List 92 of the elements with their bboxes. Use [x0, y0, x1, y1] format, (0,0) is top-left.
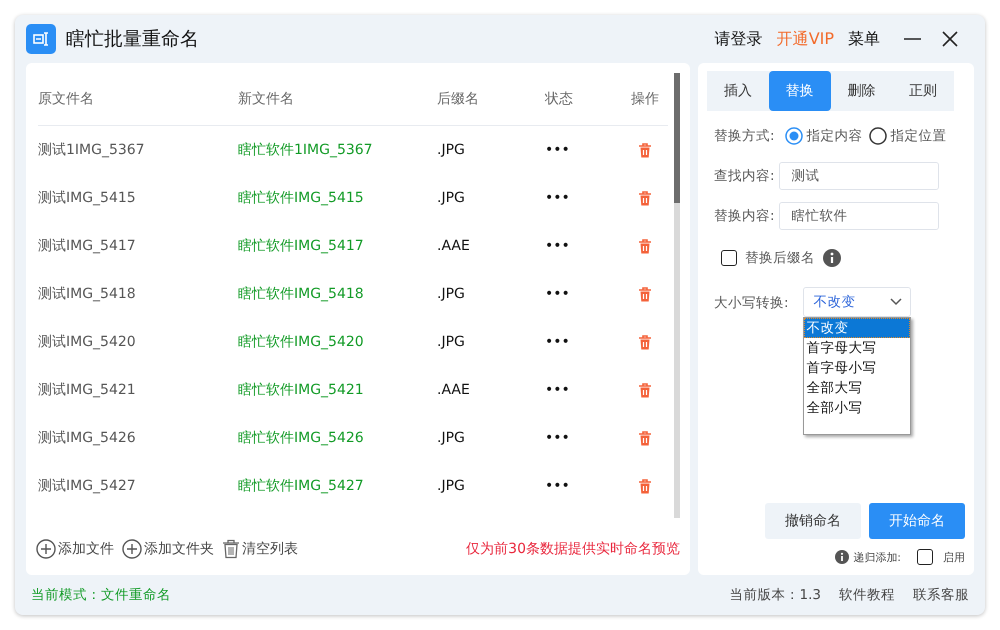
- close-icon: [941, 30, 959, 48]
- preview-note: 仅为前30条数据提供实时命名预览: [466, 540, 680, 558]
- status-menu[interactable]: •••: [545, 238, 625, 254]
- trash-icon[interactable]: [638, 478, 652, 494]
- minimize-icon: [904, 38, 921, 40]
- trash-icon[interactable]: [638, 142, 652, 158]
- dropdown-option[interactable]: 全部大写: [804, 378, 910, 398]
- undo-button[interactable]: 撤销命名: [765, 503, 861, 539]
- trash-icon[interactable]: [638, 190, 652, 206]
- trash-icon[interactable]: [638, 286, 652, 302]
- trash-icon[interactable]: [638, 430, 652, 446]
- table-cell-text: 瞎忙软件IMG_5418: [238, 285, 365, 303]
- status-menu[interactable]: •••: [545, 478, 625, 494]
- dropdown-option[interactable]: 全部小写: [804, 398, 910, 418]
- table-cell-text: 测试1IMG_5367: [38, 141, 146, 159]
- status-menu[interactable]: •••: [545, 190, 625, 206]
- checkbox-label[interactable]: 替换后缀名: [745, 249, 815, 267]
- status-menu[interactable]: •••: [545, 382, 625, 398]
- toolbar-button[interactable]: 添加文件夹: [144, 540, 214, 558]
- window-title: 瞎忙批量重命名: [66, 27, 199, 52]
- footer-link[interactable]: 软件教程: [839, 586, 895, 604]
- table-cell-text: 测试IMG_5421: [38, 381, 137, 399]
- column-header: 后缀名: [437, 90, 480, 108]
- trash-icon[interactable]: [638, 334, 652, 350]
- checkbox[interactable]: [721, 250, 737, 266]
- table-cell-text: 瞎忙软件IMG_5421: [238, 381, 365, 399]
- radio-button[interactable]: [868, 127, 887, 145]
- table-cell-text: 瞎忙软件IMG_5426: [238, 429, 365, 447]
- table-cell-text: .JPG: [437, 334, 466, 350]
- column-header: 操作: [630, 90, 660, 108]
- table-cell-text: 瞎忙软件IMG_5415: [238, 189, 365, 207]
- field-label: 大小写转换:: [714, 294, 789, 312]
- tab[interactable]: 正则: [892, 71, 954, 111]
- table-cell-text: 测试IMG_5418: [38, 285, 137, 303]
- scrollbar[interactable]: [674, 73, 680, 518]
- table-cell-text: 瞎忙软件IMG_5427: [238, 477, 365, 495]
- info-icon: [835, 550, 850, 564]
- status-menu[interactable]: •••: [545, 286, 625, 302]
- info-icon: [823, 249, 841, 267]
- status-menu[interactable]: •••: [545, 430, 625, 446]
- column-header: 新文件名: [238, 90, 295, 108]
- status-menu[interactable]: •••: [545, 334, 625, 350]
- input-field[interactable]: 测试: [778, 162, 939, 190]
- status-menu[interactable]: •••: [545, 142, 625, 158]
- radio-label[interactable]: 指定内容: [806, 127, 863, 145]
- field-label: 递归添加:: [853, 550, 901, 564]
- trash-icon[interactable]: [638, 382, 652, 398]
- case-dropdown[interactable]: 不改变: [802, 287, 911, 317]
- dropdown-option[interactable]: 不改变: [804, 318, 910, 338]
- mode-indicator: 当前模式：文件重命名: [31, 586, 171, 604]
- table-cell-text: 瞎忙软件1IMG_5367: [238, 141, 374, 159]
- table-cell-text: .JPG: [437, 142, 466, 158]
- column-header: 状态: [545, 90, 574, 108]
- table-cell-text: .JPG: [437, 430, 466, 446]
- table-cell-text: .JPG: [437, 286, 466, 302]
- scrollbar-thumb[interactable]: [674, 73, 680, 203]
- checkbox-label[interactable]: 启用: [943, 550, 965, 564]
- radio-button[interactable]: [784, 127, 803, 145]
- table-cell-text: .AAE: [437, 238, 471, 254]
- dropdown-option[interactable]: 首字母小写: [804, 358, 910, 378]
- version-label: 当前版本：1.3: [730, 586, 821, 604]
- app-logo-icon: [26, 24, 56, 54]
- field-label: 替换方式:: [714, 127, 775, 145]
- table-cell-text: 测试IMG_5426: [38, 429, 137, 447]
- plus-circle-icon[interactable]: [36, 539, 56, 559]
- table-cell-text: 测试IMG_5420: [38, 333, 137, 351]
- table-cell-text: 测试IMG_5415: [38, 189, 137, 207]
- tab[interactable]: 删除: [830, 71, 892, 111]
- title-link[interactable]: 请登录: [714, 28, 763, 50]
- dropdown-option[interactable]: 首字母大写: [804, 338, 910, 358]
- toolbar-button[interactable]: 添加文件: [58, 540, 114, 558]
- trash-icon[interactable]: [222, 539, 240, 559]
- table-cell-text: .JPG: [437, 478, 466, 494]
- table-cell-text: 测试IMG_5427: [38, 477, 137, 495]
- checkbox[interactable]: [917, 549, 933, 565]
- chevron-down-icon: [890, 298, 902, 306]
- column-header: 原文件名: [38, 90, 95, 108]
- table-cell-text: .JPG: [437, 190, 466, 206]
- tab[interactable]: 插入: [707, 71, 769, 111]
- radio-label[interactable]: 指定位置: [890, 127, 947, 145]
- table-cell-text: 瞎忙软件IMG_5417: [238, 237, 365, 255]
- field-label: 替换内容:: [714, 207, 775, 225]
- table-cell-text: 测试IMG_5417: [38, 237, 137, 255]
- trash-icon[interactable]: [638, 238, 652, 254]
- toolbar-button[interactable]: 清空列表: [242, 540, 298, 558]
- input-field[interactable]: 瞎忙软件: [778, 202, 939, 230]
- table-cell-text: 瞎忙软件IMG_5420: [238, 333, 365, 351]
- plus-circle-icon[interactable]: [122, 539, 142, 559]
- footer-link[interactable]: 联系客服: [913, 586, 969, 604]
- table-cell-text: .AAE: [437, 382, 471, 398]
- title-link[interactable]: 菜单: [848, 28, 880, 50]
- field-label: 查找内容:: [714, 167, 775, 185]
